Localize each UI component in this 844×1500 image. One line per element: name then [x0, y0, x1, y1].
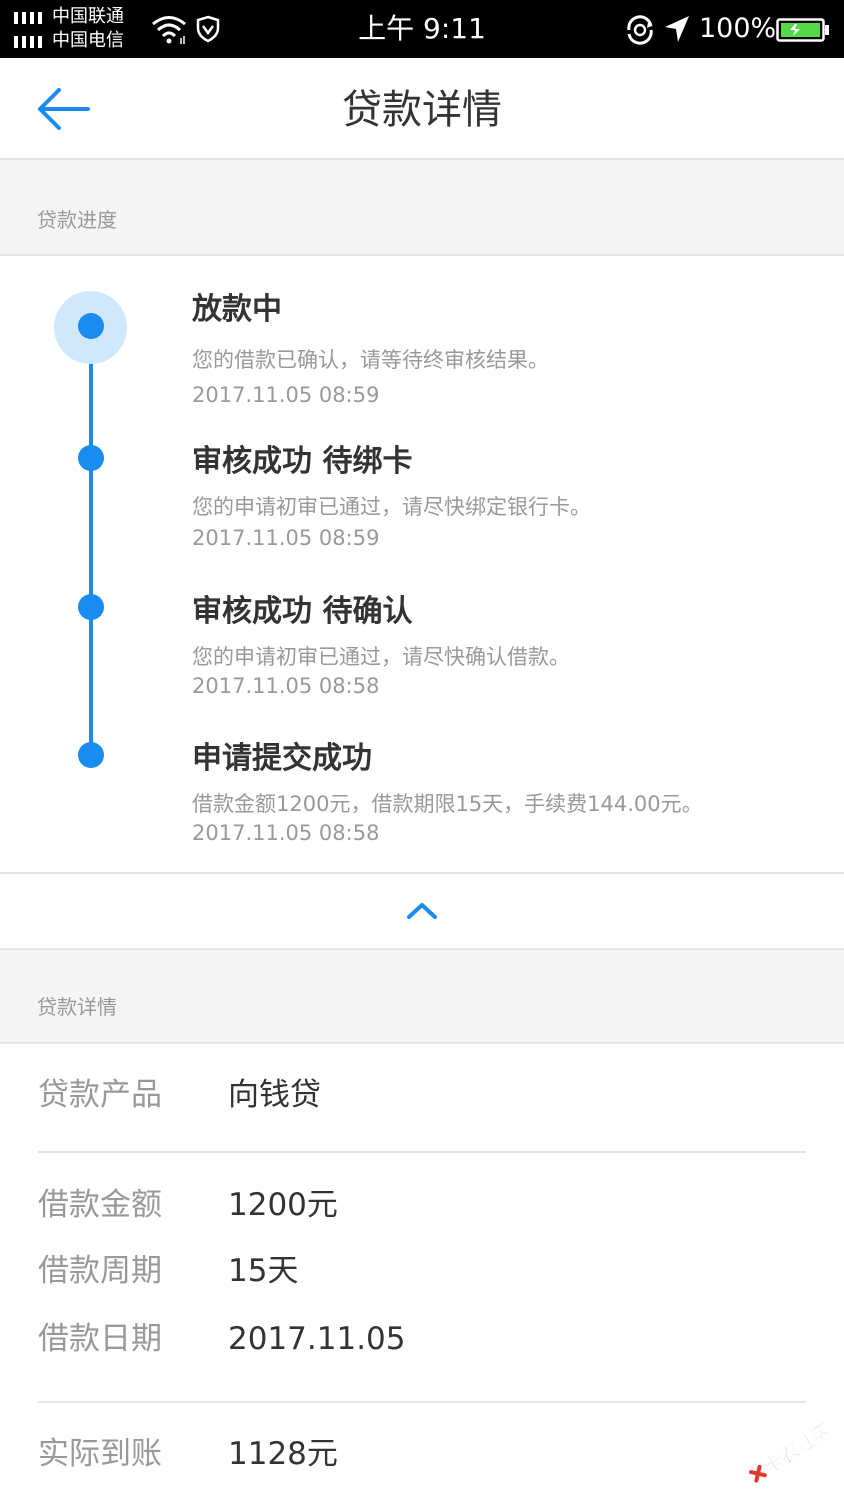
- step-title: 审核成功 待确认: [192, 594, 413, 629]
- location-icon: [665, 16, 689, 42]
- progress-section-label: 贷款进度: [37, 208, 117, 232]
- timeline-line: [89, 326, 93, 756]
- detail-label: 借款周期: [38, 1253, 162, 1289]
- step-desc: 借款金额1200元，借款期限15天，手续费144.00元。: [192, 792, 703, 816]
- detail-label: 实际到账: [38, 1436, 162, 1472]
- rotation-lock-icon: [627, 15, 653, 45]
- battery-percentage: 100%: [699, 13, 777, 44]
- divider: [38, 1401, 806, 1403]
- step-time: 2017.11.05 08:59: [192, 383, 380, 407]
- page-title: 贷款详情: [342, 87, 502, 133]
- divider: [38, 1151, 806, 1153]
- step-time: 2017.11.05 08:58: [192, 674, 380, 698]
- step-title: 放款中: [192, 292, 282, 327]
- step-desc: 您的申请初审已通过，请尽快绑定银行卡。: [192, 495, 591, 519]
- detail-label: 贷款产品: [38, 1077, 162, 1113]
- step-desc: 您的申请初审已通过，请尽快确认借款。: [192, 645, 570, 669]
- timeline-dot-3: [78, 594, 104, 620]
- detail-label: 借款金额: [38, 1187, 162, 1223]
- watermark-logo: 卡农社区: [749, 1418, 836, 1483]
- title-bar: 贷款详情: [0, 58, 844, 160]
- step-desc: 您的借款已确认，请等待终审核结果。: [192, 348, 549, 372]
- timeline-dot-4: [78, 742, 104, 768]
- detail-value: 2017.11.05: [228, 1321, 406, 1357]
- step-time: 2017.11.05 08:59: [192, 526, 380, 550]
- watermark-text: 卡农社区: [759, 1418, 836, 1478]
- details-section-label: 贷款详情: [37, 995, 117, 1019]
- detail-value: 1200元: [228, 1187, 338, 1223]
- detail-value: 向钱贷: [228, 1077, 321, 1113]
- detail-label: 借款日期: [38, 1321, 162, 1357]
- progress-section-header: 贷款进度: [0, 160, 844, 256]
- chevron-up-icon: [407, 903, 437, 919]
- details-section-header: 贷款详情: [0, 948, 844, 1044]
- step-title: 审核成功 待绑卡: [192, 444, 413, 479]
- detail-value: 1128元: [228, 1436, 338, 1472]
- timeline-dot-2: [78, 445, 104, 471]
- step-time: 2017.11.05 08:58: [192, 821, 380, 845]
- status-bar: 中国联通 中国电信 上午 9:11 100%: [0, 0, 844, 58]
- collapse-toggle-button[interactable]: [0, 872, 844, 948]
- step-title: 申请提交成功: [192, 741, 372, 776]
- timeline-dot-1: [78, 313, 104, 339]
- battery-icon: [776, 18, 829, 42]
- detail-value: 15天: [228, 1253, 299, 1289]
